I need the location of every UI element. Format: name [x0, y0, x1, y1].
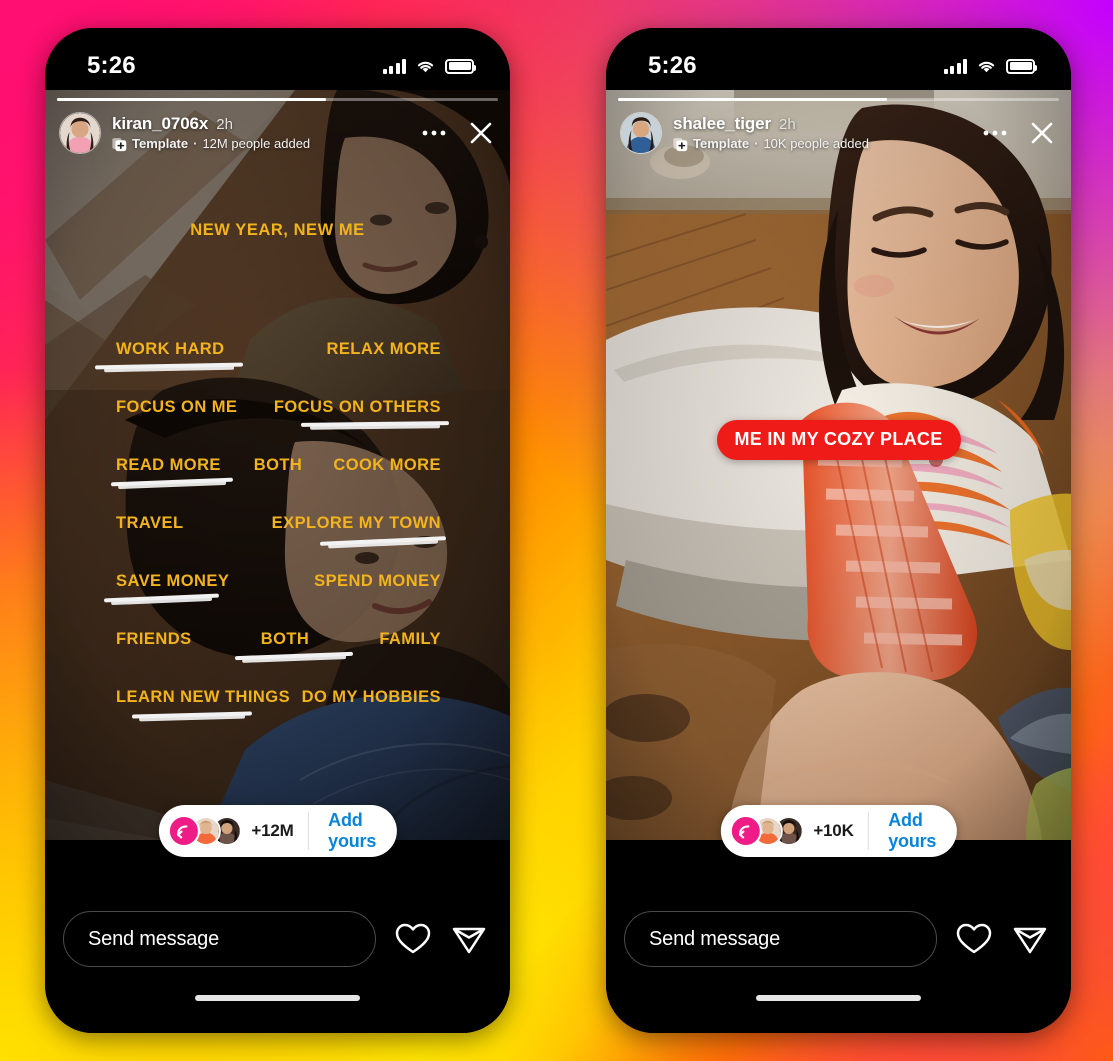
- story-photo: [606, 90, 1071, 840]
- wifi-icon: [417, 61, 434, 72]
- close-story-button[interactable]: [1023, 116, 1059, 150]
- home-indicator-bar: [45, 987, 510, 1033]
- more-options-icon: [983, 130, 1007, 136]
- screenshot-canvas: 5:26 kiran_0706x 2h Template · 12M peopl…: [0, 0, 1113, 1061]
- phone-screen-right: 5:26 shalee_tiger 2h Template · 10K peop…: [606, 28, 1071, 1033]
- phone-screen-left: 5:26 kiran_0706x 2h Template · 12M peopl…: [45, 28, 510, 1033]
- template-attribution[interactable]: Template · 10K people added: [673, 136, 967, 151]
- message-bar: Send message: [606, 891, 1071, 987]
- story-media-left: [45, 90, 510, 891]
- share-button[interactable]: [1011, 920, 1049, 958]
- status-indicators: [943, 58, 1037, 74]
- timestamp: 2h: [779, 116, 796, 134]
- participant-avatars: [167, 815, 242, 847]
- signal-bars-icon: [943, 58, 967, 74]
- message-bar: Send message: [45, 891, 510, 987]
- story-viewport[interactable]: kiran_0706x 2h Template · 12M people add…: [45, 90, 510, 891]
- signal-bars-icon: [382, 58, 406, 74]
- caption-badge[interactable]: ME IN MY COZY PLACE: [716, 420, 961, 460]
- add-yours-button[interactable]: Add yours: [308, 805, 396, 857]
- status-clock: 5:26: [87, 52, 136, 79]
- close-icon: [470, 122, 492, 144]
- attribution-separator: ·: [193, 136, 198, 152]
- username[interactable]: shalee_tiger: [673, 114, 771, 134]
- like-button[interactable]: [955, 920, 993, 958]
- status-indicators: [382, 58, 476, 74]
- story-progress-bar: [618, 98, 1059, 101]
- home-indicator[interactable]: [756, 995, 921, 1001]
- share-button[interactable]: [450, 920, 488, 958]
- story-progress-fill: [618, 98, 887, 101]
- story-progress-bar: [57, 98, 498, 101]
- story-author: shalee_tiger 2h Template · 10K people ad…: [673, 114, 967, 151]
- story-header: kiran_0706x 2h Template · 12M people add…: [45, 112, 510, 154]
- phone-right: 5:26 shalee_tiger 2h Template · 10K peop…: [606, 28, 1071, 1033]
- send-message-input[interactable]: Send message: [624, 911, 937, 967]
- battery-icon: [1006, 58, 1037, 74]
- add-yours-count: +12M: [251, 821, 294, 840]
- more-options-icon: [422, 130, 446, 136]
- phone-left: 5:26 kiran_0706x 2h Template · 12M peopl…: [45, 28, 510, 1033]
- attribution-separator: ·: [754, 136, 759, 152]
- template-label: Template: [132, 136, 189, 152]
- add-yours-participants[interactable]: +12M: [158, 805, 307, 857]
- avatar-image: [60, 113, 100, 153]
- participant-avatars: [729, 815, 804, 847]
- reply-arrow-glyph: [738, 824, 750, 838]
- avatar[interactable]: [59, 112, 101, 154]
- story-photo: [45, 90, 510, 840]
- reply-arrow-icon: [729, 815, 762, 847]
- add-yours-participants[interactable]: +10K: [720, 805, 867, 857]
- template-icon: [112, 137, 127, 151]
- like-button[interactable]: [394, 920, 432, 958]
- avatar[interactable]: [620, 112, 662, 154]
- status-bar: 5:26: [606, 28, 1071, 90]
- template-label: Template: [693, 136, 750, 152]
- status-clock: 5:26: [648, 52, 697, 79]
- add-yours-sticker[interactable]: +12M Add yours: [158, 805, 397, 857]
- send-paper-plane-icon: [1013, 927, 1047, 954]
- home-indicator[interactable]: [195, 995, 360, 1001]
- more-options-button[interactable]: [978, 116, 1012, 150]
- close-icon: [1031, 122, 1053, 144]
- status-bar: 5:26: [45, 28, 510, 90]
- avatar-image: [621, 113, 661, 153]
- battery-icon: [445, 58, 476, 74]
- username[interactable]: kiran_0706x: [112, 114, 208, 134]
- add-yours-sticker[interactable]: +10K Add yours: [720, 805, 957, 857]
- timestamp: 2h: [216, 116, 233, 134]
- wifi-icon: [978, 61, 995, 72]
- story-progress-fill: [57, 98, 326, 101]
- heart-icon: [956, 923, 992, 954]
- added-count: 12M people added: [202, 136, 311, 152]
- heart-icon: [395, 923, 431, 954]
- template-icon: [673, 137, 688, 151]
- added-count: 10K people added: [763, 136, 869, 152]
- send-message-input[interactable]: Send message: [63, 911, 376, 967]
- close-story-button[interactable]: [462, 116, 498, 150]
- reply-arrow-icon: [167, 815, 200, 847]
- story-author-line: kiran_0706x 2h: [112, 114, 406, 134]
- template-attribution[interactable]: Template · 12M people added: [112, 136, 406, 151]
- add-yours-button[interactable]: Add yours: [868, 805, 956, 857]
- story-media-right: [606, 90, 1071, 891]
- story-header: shalee_tiger 2h Template · 10K people ad…: [606, 112, 1071, 154]
- story-author-line: shalee_tiger 2h: [673, 114, 967, 134]
- add-yours-count: +10K: [813, 821, 854, 840]
- reply-arrow-glyph: [177, 824, 188, 838]
- home-indicator-bar: [606, 987, 1071, 1033]
- send-paper-plane-icon: [452, 927, 486, 954]
- more-options-button[interactable]: [417, 116, 451, 150]
- story-viewport[interactable]: shalee_tiger 2h Template · 10K people ad…: [606, 90, 1071, 891]
- story-author: kiran_0706x 2h Template · 12M people add…: [112, 114, 406, 151]
